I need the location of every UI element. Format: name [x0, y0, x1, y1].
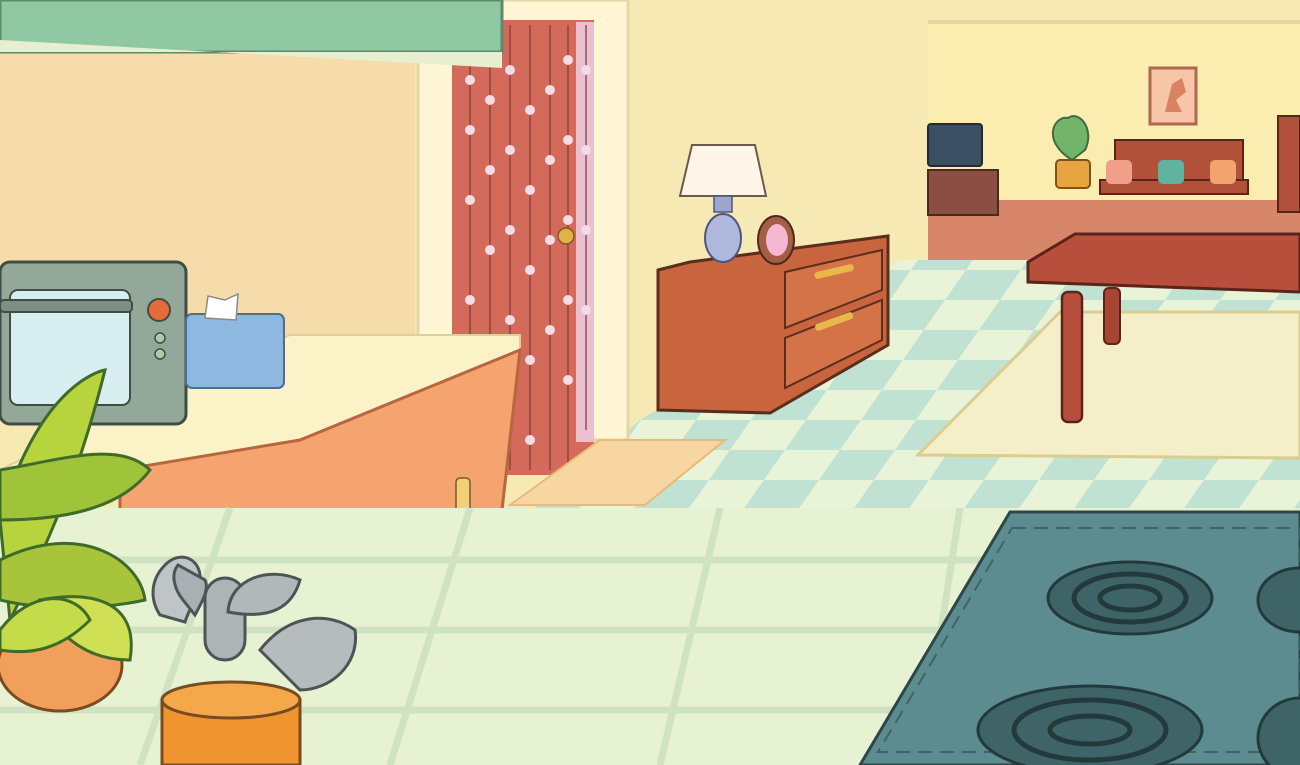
television[interactable] [927, 123, 983, 167]
burner-back-left[interactable] [976, 684, 1204, 765]
door-knob[interactable] [557, 227, 575, 245]
tv-stand [927, 169, 999, 216]
framed-horse-picture[interactable] [1148, 66, 1198, 126]
kitchen-scene [0, 0, 1300, 765]
hand-mirror[interactable] [757, 215, 795, 265]
wooden-bench[interactable] [1099, 139, 1249, 195]
staircase-railing [1277, 115, 1300, 213]
burner-front-left[interactable] [1046, 560, 1214, 636]
